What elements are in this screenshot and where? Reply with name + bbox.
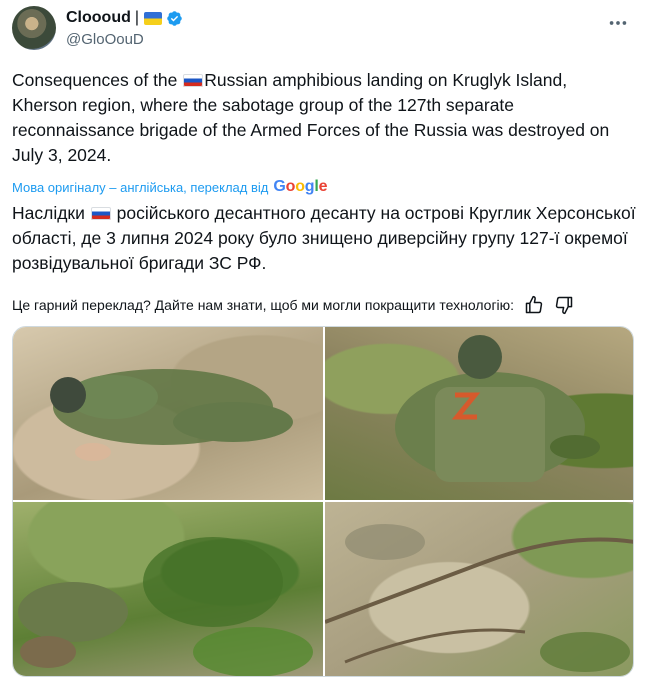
media-grid	[12, 326, 634, 677]
author-handle[interactable]: @GloOouD	[66, 31, 144, 48]
photo-1-scene	[50, 369, 293, 461]
avatar[interactable]	[12, 6, 56, 50]
thumbs-up-icon[interactable]	[524, 295, 544, 315]
post-header: Clooоud | @GloOouD	[12, 6, 633, 54]
google-letter: g	[304, 178, 315, 195]
feedback-prompt: Це гарний переклад? Дайте нам знати, щоб…	[12, 297, 515, 313]
photo-4[interactable]	[325, 502, 633, 676]
google-logo: Google	[273, 178, 327, 196]
google-letter: o	[295, 178, 305, 195]
thumbs-down-icon[interactable]	[554, 295, 574, 315]
photo-4-scene	[325, 524, 633, 672]
post-text-en-part1: Consequences of the	[12, 70, 183, 90]
russia-flag-icon	[90, 207, 111, 220]
translation-feedback: Це гарний переклад? Дайте нам знати, щоб…	[12, 295, 637, 315]
name-separator: |	[134, 9, 140, 26]
photo-2[interactable]	[325, 327, 633, 500]
photo-3[interactable]	[13, 502, 323, 676]
ukraine-flag-icon	[144, 11, 163, 25]
post-text-translated: Наслідки російського десантного десанту …	[12, 201, 637, 276]
more-options-icon[interactable]	[607, 12, 629, 34]
post-text-uk-part1: Наслідки	[12, 203, 90, 223]
post-text-original: Consequences of the Russian amphibious l…	[12, 68, 637, 168]
author-name-row: Clooоud |	[66, 9, 183, 27]
verified-badge-icon	[167, 10, 182, 26]
google-letter: e	[318, 178, 328, 195]
russia-flag-icon	[183, 74, 204, 87]
google-letter: o	[285, 178, 296, 195]
translation-note[interactable]: Мова оригіналу – англійська, переклад ві…	[12, 178, 328, 196]
author-display-name[interactable]: Clooоud	[66, 9, 131, 27]
photo-2-scene	[395, 335, 600, 482]
photo-3-scene	[18, 537, 313, 676]
google-letter: G	[273, 178, 286, 195]
photo-1[interactable]	[13, 327, 323, 500]
translation-note-text: Мова оригіналу – англійська, переклад ві…	[12, 179, 269, 195]
